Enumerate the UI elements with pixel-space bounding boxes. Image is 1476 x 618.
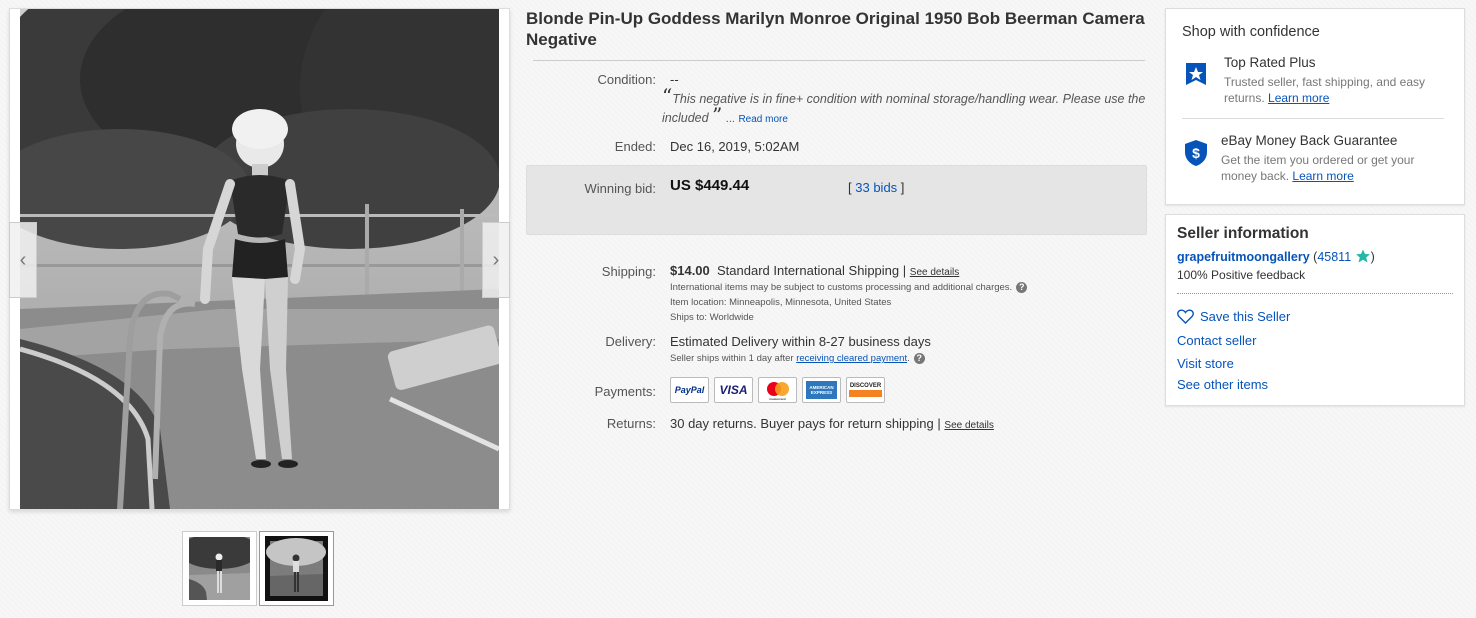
cleared-payment-link[interactable]: receiving cleared payment xyxy=(796,353,907,364)
positive-feedback: 100% Positive feedback xyxy=(1177,268,1306,282)
thumbnail-1[interactable] xyxy=(182,531,257,606)
condition-label: Condition: xyxy=(597,72,656,87)
seller-ships-text: Seller ships within 1 day after xyxy=(670,353,794,365)
bid-history-link[interactable]: 33 bids xyxy=(855,180,897,195)
heart-icon xyxy=(1177,309,1194,324)
shipping-label: Shipping: xyxy=(601,264,656,279)
winning-bid-label: Winning bid: xyxy=(584,181,656,196)
svg-text:$: $ xyxy=(1192,145,1200,161)
bids-open-bracket: [ xyxy=(848,180,852,195)
payments-label: Payments: xyxy=(594,384,656,399)
main-item-photo[interactable] xyxy=(20,9,499,509)
visa-logo: VISA xyxy=(714,377,753,403)
seller-ships-note: Seller ships within 1 day after receivin… xyxy=(670,353,925,364)
payment-methods: PayPal VISA mastercard AMERICAN EXPRESS … xyxy=(670,377,885,403)
seller-information-panel: Seller information grapefruitmoongallery… xyxy=(1165,214,1465,406)
thumbnail-strip xyxy=(182,531,334,606)
shipping-method: Standard International Shipping xyxy=(717,263,900,278)
shipping-separator: | xyxy=(902,263,907,278)
ships-to: Ships to: Worldwide xyxy=(670,312,754,323)
discover-logo: DISCOVER xyxy=(846,377,885,403)
winning-bid-price: US $449.44 xyxy=(670,177,750,194)
top-rated-learn-more-link[interactable]: Learn more xyxy=(1268,91,1329,105)
thumbnail-image xyxy=(189,537,250,600)
international-note: International items may be subject to cu… xyxy=(670,282,1028,294)
seller-name-link[interactable]: grapefruitmoongallery xyxy=(1177,250,1310,264)
bids-close-bracket: ] xyxy=(900,180,905,195)
title-divider xyxy=(533,60,1145,61)
seller-name-row: grapefruitmoongallery (45811 ) xyxy=(1177,249,1375,264)
item-title: Blonde Pin-Up Goddess Marilyn Monroe Ori… xyxy=(526,9,1145,49)
close-quote-icon: ” xyxy=(712,103,723,127)
ellipsis: ... xyxy=(725,113,735,125)
feedback-score-link[interactable]: 45811 xyxy=(1317,250,1351,264)
shipping-cost: $14.00 xyxy=(670,263,710,278)
seller-divider xyxy=(1177,293,1453,294)
international-note-text: International items may be subject to cu… xyxy=(670,282,1013,294)
delivery-label: Delivery: xyxy=(605,334,656,349)
feedback-star-icon xyxy=(1355,249,1370,263)
item-location: Item location: Minneapolis, Minnesota, U… xyxy=(670,297,892,308)
shop-with-confidence-panel: Shop with confidence Top Rated Plus Trus… xyxy=(1165,8,1465,205)
seller-ships-suffix: . xyxy=(907,353,910,365)
top-rated-badge-icon xyxy=(1186,63,1206,85)
chevron-left-icon: ‹ xyxy=(19,248,27,271)
help-icon[interactable]: ? xyxy=(913,353,925,364)
returns-label: Returns: xyxy=(606,416,656,431)
paypal-logo: PayPal xyxy=(670,377,709,403)
returns-value: 30 day returns. Buyer pays for return sh… xyxy=(670,416,934,431)
chevron-right-icon: › xyxy=(492,248,500,271)
bid-count: [ 33 bids ] xyxy=(848,180,904,195)
see-other-items-link[interactable]: See other items xyxy=(1177,377,1268,392)
save-seller-label: Save this Seller xyxy=(1200,309,1291,324)
previous-image-button[interactable]: ‹ xyxy=(9,222,37,298)
ended-label: Ended: xyxy=(614,139,656,154)
next-image-button[interactable]: › xyxy=(482,222,510,298)
returns-see-details-link[interactable]: See details xyxy=(944,420,993,431)
contact-seller-link[interactable]: Contact seller xyxy=(1177,333,1256,348)
confidence-divider xyxy=(1182,118,1444,119)
returns-separator: | xyxy=(937,416,941,431)
shipping-info: $14.00 Standard International Shipping |… xyxy=(670,263,959,278)
read-more-link[interactable]: Read more xyxy=(738,114,787,125)
condition-quote-text: This negative is in fine+ condition with… xyxy=(662,92,1146,125)
mbg-learn-more-link[interactable]: Learn more xyxy=(1292,169,1353,183)
seller-heading: Seller information xyxy=(1177,225,1309,242)
image-gallery: ‹ › xyxy=(9,8,510,510)
thumbnail-negative-image xyxy=(265,536,328,601)
confidence-heading: Shop with confidence xyxy=(1182,24,1320,40)
delivery-value: Estimated Delivery within 8-27 business … xyxy=(670,334,931,349)
thumbnail-2[interactable] xyxy=(259,531,334,606)
help-icon[interactable]: ? xyxy=(1016,282,1028,293)
shipping-see-details-link[interactable]: See details xyxy=(910,267,959,278)
mbg-description: Get the item you ordered or get your mon… xyxy=(1221,152,1447,184)
returns-info: 30 day returns. Buyer pays for return sh… xyxy=(670,416,994,431)
top-rated-title: Top Rated Plus xyxy=(1224,55,1316,70)
ended-value: Dec 16, 2019, 5:02AM xyxy=(670,139,800,154)
money-back-shield-icon: $ xyxy=(1185,140,1207,166)
top-rated-description: Trusted seller, fast shipping, and easy … xyxy=(1224,74,1450,106)
mastercard-logo: mastercard xyxy=(758,377,797,403)
mbg-title: eBay Money Back Guarantee xyxy=(1221,133,1398,148)
visit-store-link[interactable]: Visit store xyxy=(1177,356,1234,371)
save-seller-button[interactable]: Save this Seller xyxy=(1177,309,1290,324)
open-quote-icon: “ xyxy=(662,84,673,108)
score-close: ) xyxy=(1370,250,1375,264)
amex-logo: AMERICAN EXPRESS xyxy=(802,377,841,403)
condition-description: “This negative is in fine+ condition wit… xyxy=(662,86,1146,129)
winning-bid-box xyxy=(526,165,1147,235)
